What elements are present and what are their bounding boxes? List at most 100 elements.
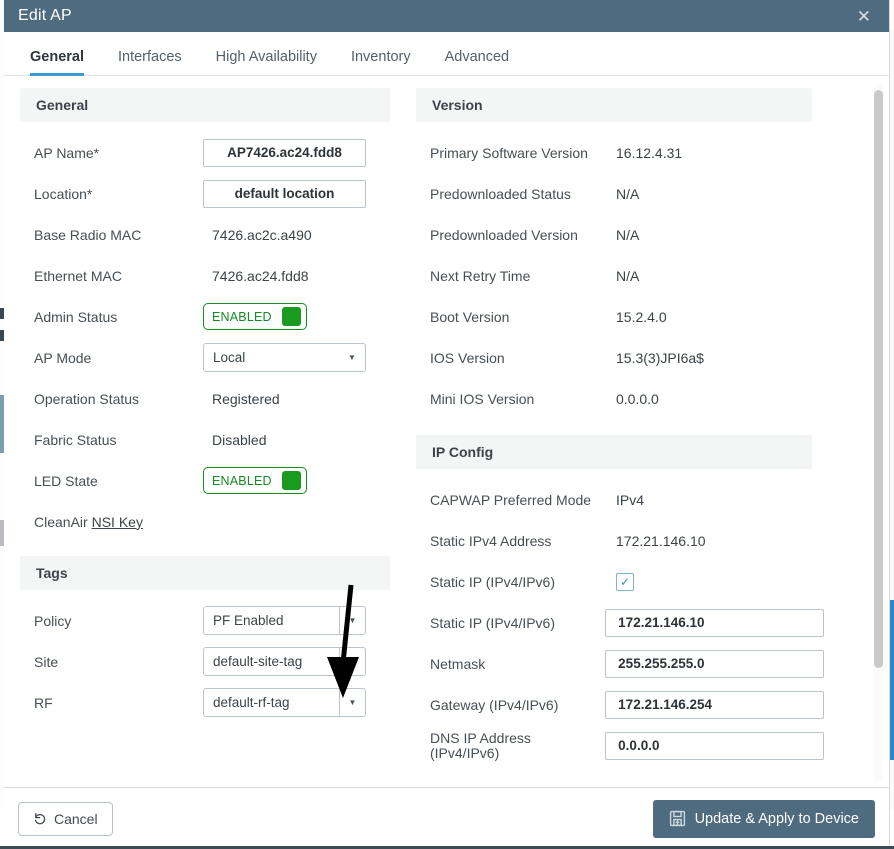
- label-primary-software-version: Primary Software Version: [416, 145, 616, 161]
- label-gateway: Gateway (IPv4/IPv6): [416, 697, 605, 713]
- label-static-ip-checkbox: Static IP (IPv4/IPv6): [416, 574, 616, 590]
- toggle-knob-icon: [282, 471, 301, 490]
- static-ip-checkbox[interactable]: ✓: [616, 573, 634, 591]
- label-predownloaded-version: Predownloaded Version: [416, 227, 616, 243]
- save-icon: [669, 810, 686, 827]
- ap-mode-selected-value: Local: [204, 350, 339, 365]
- ap-name-input[interactable]: AP7426.ac24.fdd8: [203, 139, 366, 167]
- row-predownloaded-version: Predownloaded Version N/A: [416, 214, 824, 255]
- static-ip-input[interactable]: 172.21.146.10: [605, 609, 824, 637]
- label-ethernet-mac: Ethernet MAC: [20, 268, 203, 284]
- value-predownloaded-version: N/A: [616, 227, 639, 243]
- netmask-input[interactable]: 255.255.255.0: [605, 650, 824, 678]
- tab-bar: General Interfaces High Availability Inv…: [4, 32, 889, 76]
- row-static-ip-checkbox: Static IP (IPv4/IPv6) ✓: [416, 561, 824, 602]
- undo-icon: [33, 812, 47, 826]
- label-next-retry-time: Next Retry Time: [416, 268, 616, 284]
- rf-tag-selected-value: default-rf-tag: [204, 695, 339, 710]
- label-predownloaded-status: Predownloaded Status: [416, 186, 616, 202]
- row-ethernet-mac: Ethernet MAC 7426.ac24.fdd8: [20, 255, 404, 296]
- led-state-toggle[interactable]: ENABLED: [203, 467, 307, 494]
- dns-label-line-1: DNS IP Address: [430, 731, 605, 746]
- modal-header: Edit AP ✕: [4, 0, 889, 32]
- ap-mode-select[interactable]: Local ▼: [203, 343, 366, 372]
- form-columns: General AP Name* AP7426.ac24.fdd8 Locati…: [4, 76, 889, 766]
- row-primary-software-version: Primary Software Version 16.12.4.31: [416, 132, 824, 173]
- label-ap-name: AP Name*: [20, 145, 203, 161]
- row-netmask: Netmask 255.255.255.0: [416, 643, 824, 684]
- rf-tag-select[interactable]: default-rf-tag ▼: [203, 688, 366, 717]
- row-policy-tag: Policy PF Enabled ▼: [20, 600, 404, 641]
- label-base-radio-mac: Base Radio MAC: [20, 227, 203, 243]
- value-operation-status: Registered: [203, 391, 280, 407]
- dns-ip-input[interactable]: 0.0.0.0: [605, 732, 824, 760]
- label-mini-ios-version: Mini IOS Version: [416, 391, 616, 407]
- value-mini-ios-version: 0.0.0.0: [616, 391, 659, 407]
- cleanair-text: CleanAir: [34, 514, 88, 530]
- value-capwap-preferred-mode: IPv4: [616, 492, 644, 508]
- label-site-tag: Site: [20, 654, 203, 670]
- modal-body: General AP Name* AP7426.ac24.fdd8 Locati…: [4, 76, 889, 787]
- site-tag-select[interactable]: default-site-tag ▼: [203, 647, 366, 676]
- tab-general[interactable]: General: [30, 49, 84, 75]
- gateway-input[interactable]: 172.21.146.254: [605, 691, 824, 719]
- content-scrollbar-thumb[interactable]: [874, 90, 883, 668]
- close-icon[interactable]: ✕: [853, 6, 875, 27]
- row-ap-mode: AP Mode Local ▼: [20, 337, 404, 378]
- section-header-tags: Tags: [20, 556, 390, 590]
- label-policy-tag: Policy: [20, 613, 203, 629]
- chevron-down-icon: ▼: [339, 648, 365, 675]
- row-ap-name: AP Name* AP7426.ac24.fdd8: [20, 132, 404, 173]
- row-boot-version: Boot Version 15.2.4.0: [416, 296, 824, 337]
- label-ap-mode: AP Mode: [20, 350, 203, 366]
- label-rf-tag: RF: [20, 695, 203, 711]
- tab-advanced[interactable]: Advanced: [445, 49, 510, 75]
- tab-high-availability[interactable]: High Availability: [216, 49, 317, 75]
- value-next-retry-time: N/A: [616, 268, 639, 284]
- chevron-down-icon: ▼: [339, 607, 365, 634]
- row-site-tag: Site default-site-tag ▼: [20, 641, 404, 682]
- label-static-ip-field: Static IP (IPv4/IPv6): [416, 615, 605, 631]
- right-column: Version Primary Software Version 16.12.4…: [404, 88, 824, 766]
- location-input[interactable]: default location: [203, 180, 366, 208]
- nsi-key-link[interactable]: NSI Key: [92, 514, 143, 530]
- cancel-button[interactable]: Cancel: [18, 802, 113, 836]
- toggle-knob-icon: [282, 307, 301, 326]
- row-base-radio-mac: Base Radio MAC 7426.ac2c.a490: [20, 214, 404, 255]
- section-header-general: General: [20, 88, 390, 122]
- value-boot-version: 15.2.4.0: [616, 309, 667, 325]
- row-operation-status: Operation Status Registered: [20, 378, 404, 419]
- row-rf-tag: RF default-rf-tag ▼: [20, 682, 404, 723]
- row-next-retry-time: Next Retry Time N/A: [416, 255, 824, 296]
- value-fabric-status: Disabled: [203, 432, 266, 448]
- label-dns-ip-address: DNS IP Address (IPv4/IPv6): [416, 731, 605, 761]
- row-capwap-preferred-mode: CAPWAP Preferred Mode IPv4: [416, 479, 824, 520]
- row-gateway: Gateway (IPv4/IPv6) 172.21.146.254: [416, 684, 824, 725]
- tab-inventory[interactable]: Inventory: [351, 49, 411, 75]
- row-location: Location* default location: [20, 173, 404, 214]
- row-mini-ios-version: Mini IOS Version 0.0.0.0: [416, 378, 824, 419]
- label-operation-status: Operation Status: [20, 391, 203, 407]
- label-admin-status: Admin Status: [20, 309, 203, 325]
- row-static-ip-field: Static IP (IPv4/IPv6) 172.21.146.10: [416, 602, 824, 643]
- cancel-button-label: Cancel: [54, 811, 98, 827]
- label-boot-version: Boot Version: [416, 309, 616, 325]
- tab-interfaces[interactable]: Interfaces: [118, 49, 182, 75]
- label-netmask: Netmask: [416, 656, 605, 672]
- policy-tag-select[interactable]: PF Enabled ▼: [203, 606, 366, 635]
- update-and-apply-button[interactable]: Update & Apply to Device: [653, 800, 875, 838]
- value-ios-version: 15.3(3)JPI6a$: [616, 350, 704, 366]
- admin-status-toggle[interactable]: ENABLED: [203, 303, 307, 330]
- label-static-ipv4-address: Static IPv4 Address: [416, 533, 616, 549]
- row-admin-status: Admin Status ENABLED: [20, 296, 404, 337]
- label-capwap-preferred-mode: CAPWAP Preferred Mode: [416, 492, 616, 508]
- value-base-radio-mac: 7426.ac2c.a490: [203, 227, 312, 243]
- label-location: Location*: [20, 186, 203, 202]
- modal-footer: Cancel Update & Apply to Device: [4, 787, 889, 849]
- value-primary-software-version: 16.12.4.31: [616, 145, 682, 161]
- admin-status-toggle-label: ENABLED: [212, 310, 272, 324]
- row-dns-ip-address: DNS IP Address (IPv4/IPv6) 0.0.0.0: [416, 725, 824, 766]
- edit-ap-modal: Edit AP ✕ General Interfaces High Availa…: [4, 0, 890, 849]
- row-led-state: LED State ENABLED: [20, 460, 404, 501]
- site-tag-selected-value: default-site-tag: [204, 654, 339, 669]
